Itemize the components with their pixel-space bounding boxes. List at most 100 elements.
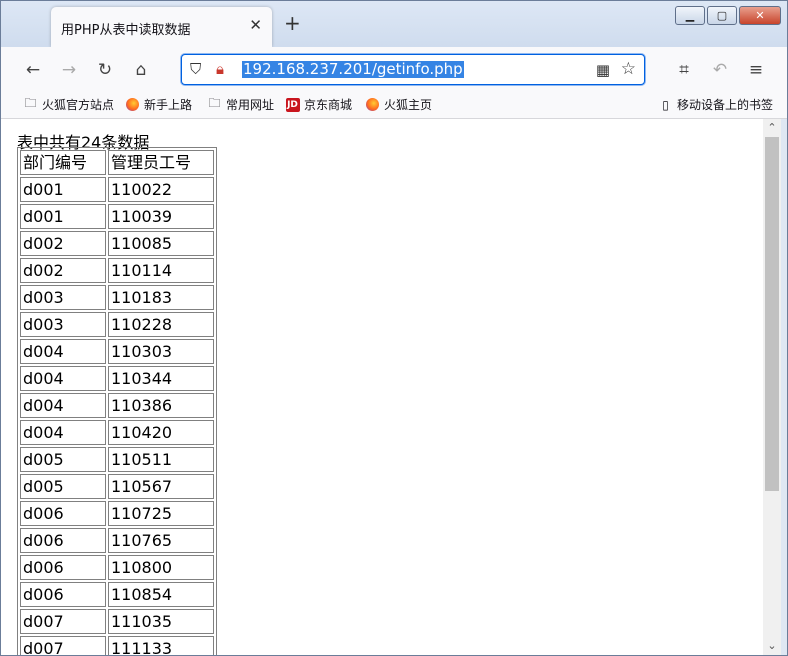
shield-icon[interactable]: ⛉ (190, 60, 201, 78)
bookmark-label: 新手上路 (144, 98, 193, 112)
close-icon[interactable]: ✕ (249, 16, 262, 34)
column-header: 部门编号 (20, 150, 106, 175)
folder-icon: 🗀︎ (24, 96, 37, 110)
tab-bar: 用PHP从表中读取数据 ✕ + ▁ ▢ ✕ (1, 1, 787, 47)
url-bar[interactable]: ⛉ 🔒︎ 192.168.237.201/getinfo.php ▦ ☆ (181, 54, 645, 85)
department-id-cell: d001 (20, 177, 106, 202)
bookmarks-bar: 🗀︎ 火狐官方站点 新手上路 🗀︎ 常用网址 JD 京东商城 火狐主页 ▯ 移动… (1, 91, 787, 119)
department-id-cell: d006 (20, 582, 106, 607)
manager-id-cell: 110386 (108, 393, 214, 418)
table-row: d007 111133 (20, 636, 214, 655)
department-id-cell: d004 (20, 393, 106, 418)
manager-id-cell: 110854 (108, 582, 214, 607)
folder-icon: 🗀︎ (208, 96, 221, 110)
manager-id-cell: 110344 (108, 366, 214, 391)
manager-id-cell: 110725 (108, 501, 214, 526)
bookmark-star-icon[interactable]: ☆ (621, 59, 636, 79)
manager-id-cell: 111035 (108, 609, 214, 634)
table-header-row: 部门编号 管理员工号 (20, 150, 214, 175)
table-row: d003 110183 (20, 285, 214, 310)
bookmark-getting-started[interactable]: 新手上路 (125, 96, 192, 113)
qr-code-icon[interactable]: ▦ (596, 61, 610, 79)
manager-id-cell: 110567 (108, 474, 214, 499)
firefox-icon (365, 97, 380, 112)
minimize-button[interactable]: ▁ (675, 6, 705, 25)
mobile-device-icon: ▯ (662, 97, 669, 112)
department-id-cell: d001 (20, 204, 106, 229)
scrollbar-thumb[interactable] (765, 137, 779, 491)
manager-id-cell: 110039 (108, 204, 214, 229)
table-row: d004 110303 (20, 339, 214, 364)
table-row: d006 110854 (20, 582, 214, 607)
bookmark-jd[interactable]: JD 京东商城 (285, 96, 352, 113)
bookmark-label: 火狐主页 (384, 98, 433, 112)
table-row: d001 110022 (20, 177, 214, 202)
undo-icon[interactable]: ↶ (709, 59, 731, 81)
manager-id-cell: 110511 (108, 447, 214, 472)
manager-id-cell: 110800 (108, 555, 214, 580)
manager-id-cell: 110085 (108, 231, 214, 256)
department-id-cell: d005 (20, 447, 106, 472)
browser-window: 用PHP从表中读取数据 ✕ + ▁ ▢ ✕ ← → ↻ ⌂ ⛉ 🔒︎ 192.1… (0, 0, 788, 656)
home-button[interactable]: ⌂ (130, 59, 152, 81)
page-content: 表中共有24条数据 部门编号 管理员工号 d001 110022 d001 11003… (1, 119, 763, 655)
department-id-cell: d006 (20, 528, 106, 553)
department-id-cell: d002 (20, 258, 106, 283)
table-row: d003 110228 (20, 312, 214, 337)
forward-button[interactable]: → (58, 59, 80, 81)
table-row: d005 110511 (20, 447, 214, 472)
department-id-cell: d005 (20, 474, 106, 499)
department-id-cell: d004 (20, 420, 106, 445)
bookmark-common-sites[interactable]: 🗀︎ 常用网址 (207, 96, 274, 113)
firefox-icon (125, 97, 140, 112)
data-table: 部门编号 管理员工号 d001 110022 d001 110039 d002 11008… (17, 147, 217, 655)
manager-id-cell: 110183 (108, 285, 214, 310)
scroll-down-arrow-icon[interactable]: ⌄ (763, 637, 781, 653)
table-row: d007 111035 (20, 609, 214, 634)
mobile-bookmarks[interactable]: ▯ 移动设备上的书签 (658, 96, 773, 113)
tab-active[interactable]: 用PHP从表中读取数据 ✕ (51, 7, 272, 47)
jd-icon: JD (285, 97, 300, 112)
bookmark-label: 移动设备上的书签 (677, 98, 774, 112)
reload-button[interactable]: ↻ (94, 59, 116, 81)
scroll-up-arrow-icon[interactable]: ⌃ (763, 119, 781, 135)
department-id-cell: d003 (20, 312, 106, 337)
bookmark-firefox-home[interactable]: 火狐主页 (365, 96, 432, 113)
menu-icon[interactable]: ≡ (745, 59, 767, 81)
department-id-cell: d003 (20, 285, 106, 310)
table-row: d004 110420 (20, 420, 214, 445)
manager-id-cell: 110228 (108, 312, 214, 337)
manager-id-cell: 110765 (108, 528, 214, 553)
window-close-button[interactable]: ✕ (739, 6, 781, 25)
window-frame-edge (781, 119, 787, 655)
table-row: d006 110800 (20, 555, 214, 580)
column-header: 管理员工号 (108, 150, 214, 175)
table-row: d005 110567 (20, 474, 214, 499)
bookmark-label: 火狐官方站点 (42, 98, 115, 112)
vertical-scrollbar[interactable]: ⌃ ⌄ (763, 119, 781, 655)
department-id-cell: d006 (20, 501, 106, 526)
table-row: d001 110039 (20, 204, 214, 229)
maximize-button[interactable]: ▢ (707, 6, 737, 25)
tab-title: 用PHP从表中读取数据 (61, 23, 191, 38)
manager-id-cell: 111133 (108, 636, 214, 655)
table-row: d002 110085 (20, 231, 214, 256)
screenshot-crop-icon[interactable]: ⌗ (673, 59, 695, 81)
department-id-cell: d007 (20, 609, 106, 634)
url-input[interactable]: 192.168.237.201/getinfo.php (242, 61, 464, 78)
department-id-cell: d006 (20, 555, 106, 580)
back-button[interactable]: ← (22, 59, 44, 81)
bookmark-firefox-official[interactable]: 🗀︎ 火狐官方站点 (23, 96, 114, 113)
window-controls: ▁ ▢ ✕ (675, 6, 781, 25)
manager-id-cell: 110022 (108, 177, 214, 202)
insecure-lock-icon[interactable]: 🔒︎ (216, 60, 224, 78)
department-id-cell: d007 (20, 636, 106, 655)
bookmark-label: 常用网址 (226, 98, 275, 112)
manager-id-cell: 110420 (108, 420, 214, 445)
manager-id-cell: 110303 (108, 339, 214, 364)
department-id-cell: d002 (20, 231, 106, 256)
table-row: d004 110344 (20, 366, 214, 391)
new-tab-button[interactable]: + (284, 13, 301, 33)
bookmark-label: 京东商城 (304, 98, 353, 112)
department-id-cell: d004 (20, 366, 106, 391)
